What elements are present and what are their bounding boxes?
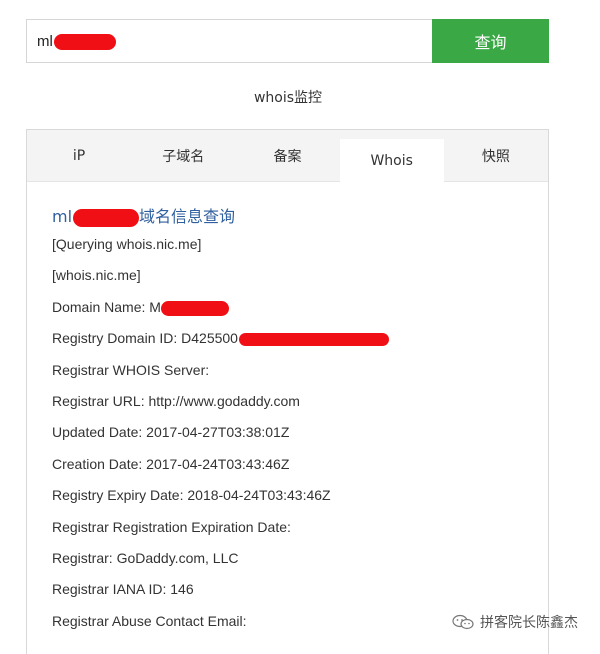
whois-monitor-link[interactable]: whois监控 [0,87,576,107]
whois-line-expiry-date: Registry Expiry Date: 2018-04-24T03:43:4… [52,487,331,504]
whois-line-querying: [Querying whois.nic.me] [52,236,202,252]
redaction-mark [53,34,116,51]
registry-domain-id-text: Registry Domain ID: D425500 [52,330,238,347]
whois-content: ml 域名信息查询 [Querying whois.nic.me] [whois.… [27,182,548,642]
whois-line-domain-name: Domain Name: M [52,297,548,328]
whois-line-registration-expiration: Registrar Registration Expiration Date: [52,518,291,535]
search-bar: ml 查询 [26,19,549,63]
tab-bar: iP 子域名 备案 Whois 快照 [27,130,548,182]
result-title-prefix: ml [52,207,73,226]
redaction-mark [73,208,140,227]
whois-line-registry-domain-id: Registry Domain ID: D425500 [52,328,548,359]
watermark-text: 拼客院长陈鑫杰 [480,615,578,631]
whois-line-server: [whois.nic.me] [52,267,141,284]
search-input-text: ml [37,33,53,50]
result-title-suffix: 域名信息查询 [139,207,236,226]
result-title: ml 域名信息查询 [52,203,548,234]
tab-whois[interactable]: Whois [339,139,444,182]
whois-line-updated-date: Updated Date: 2017-04-27T03:38:01Z [52,424,290,441]
whois-line-whois-server: Registrar WHOIS Server: [52,361,210,378]
tab-subdomain[interactable]: 子域名 [131,130,235,181]
redaction-mark [160,300,229,316]
search-button[interactable]: 查询 [432,19,549,63]
whois-line-creation-date: Creation Date: 2017-04-24T03:43:46Z [52,455,290,472]
tab-icp-record[interactable]: 备案 [235,130,339,181]
search-input-value: ml [37,33,116,51]
tab-snapshot[interactable]: 快照 [444,130,548,181]
result-panel: iP 子域名 备案 Whois 快照 ml 域名信息查询 [Querying wh… [26,129,549,654]
whois-line-iana-id: Registrar IANA ID: 146 [52,581,194,598]
whois-line-registrar-url: Registrar URL: http://www.godaddy.com [52,392,300,409]
whois-line-registrar: Registrar: GoDaddy.com, LLC [52,549,239,566]
tab-ip[interactable]: iP [27,130,131,181]
wechat-icon [452,614,474,630]
domain-name-text: Domain Name: M [52,298,161,315]
redaction-mark [238,332,389,346]
watermark: 拼客院长陈鑫杰 [452,612,578,632]
search-input[interactable]: ml [26,19,432,63]
